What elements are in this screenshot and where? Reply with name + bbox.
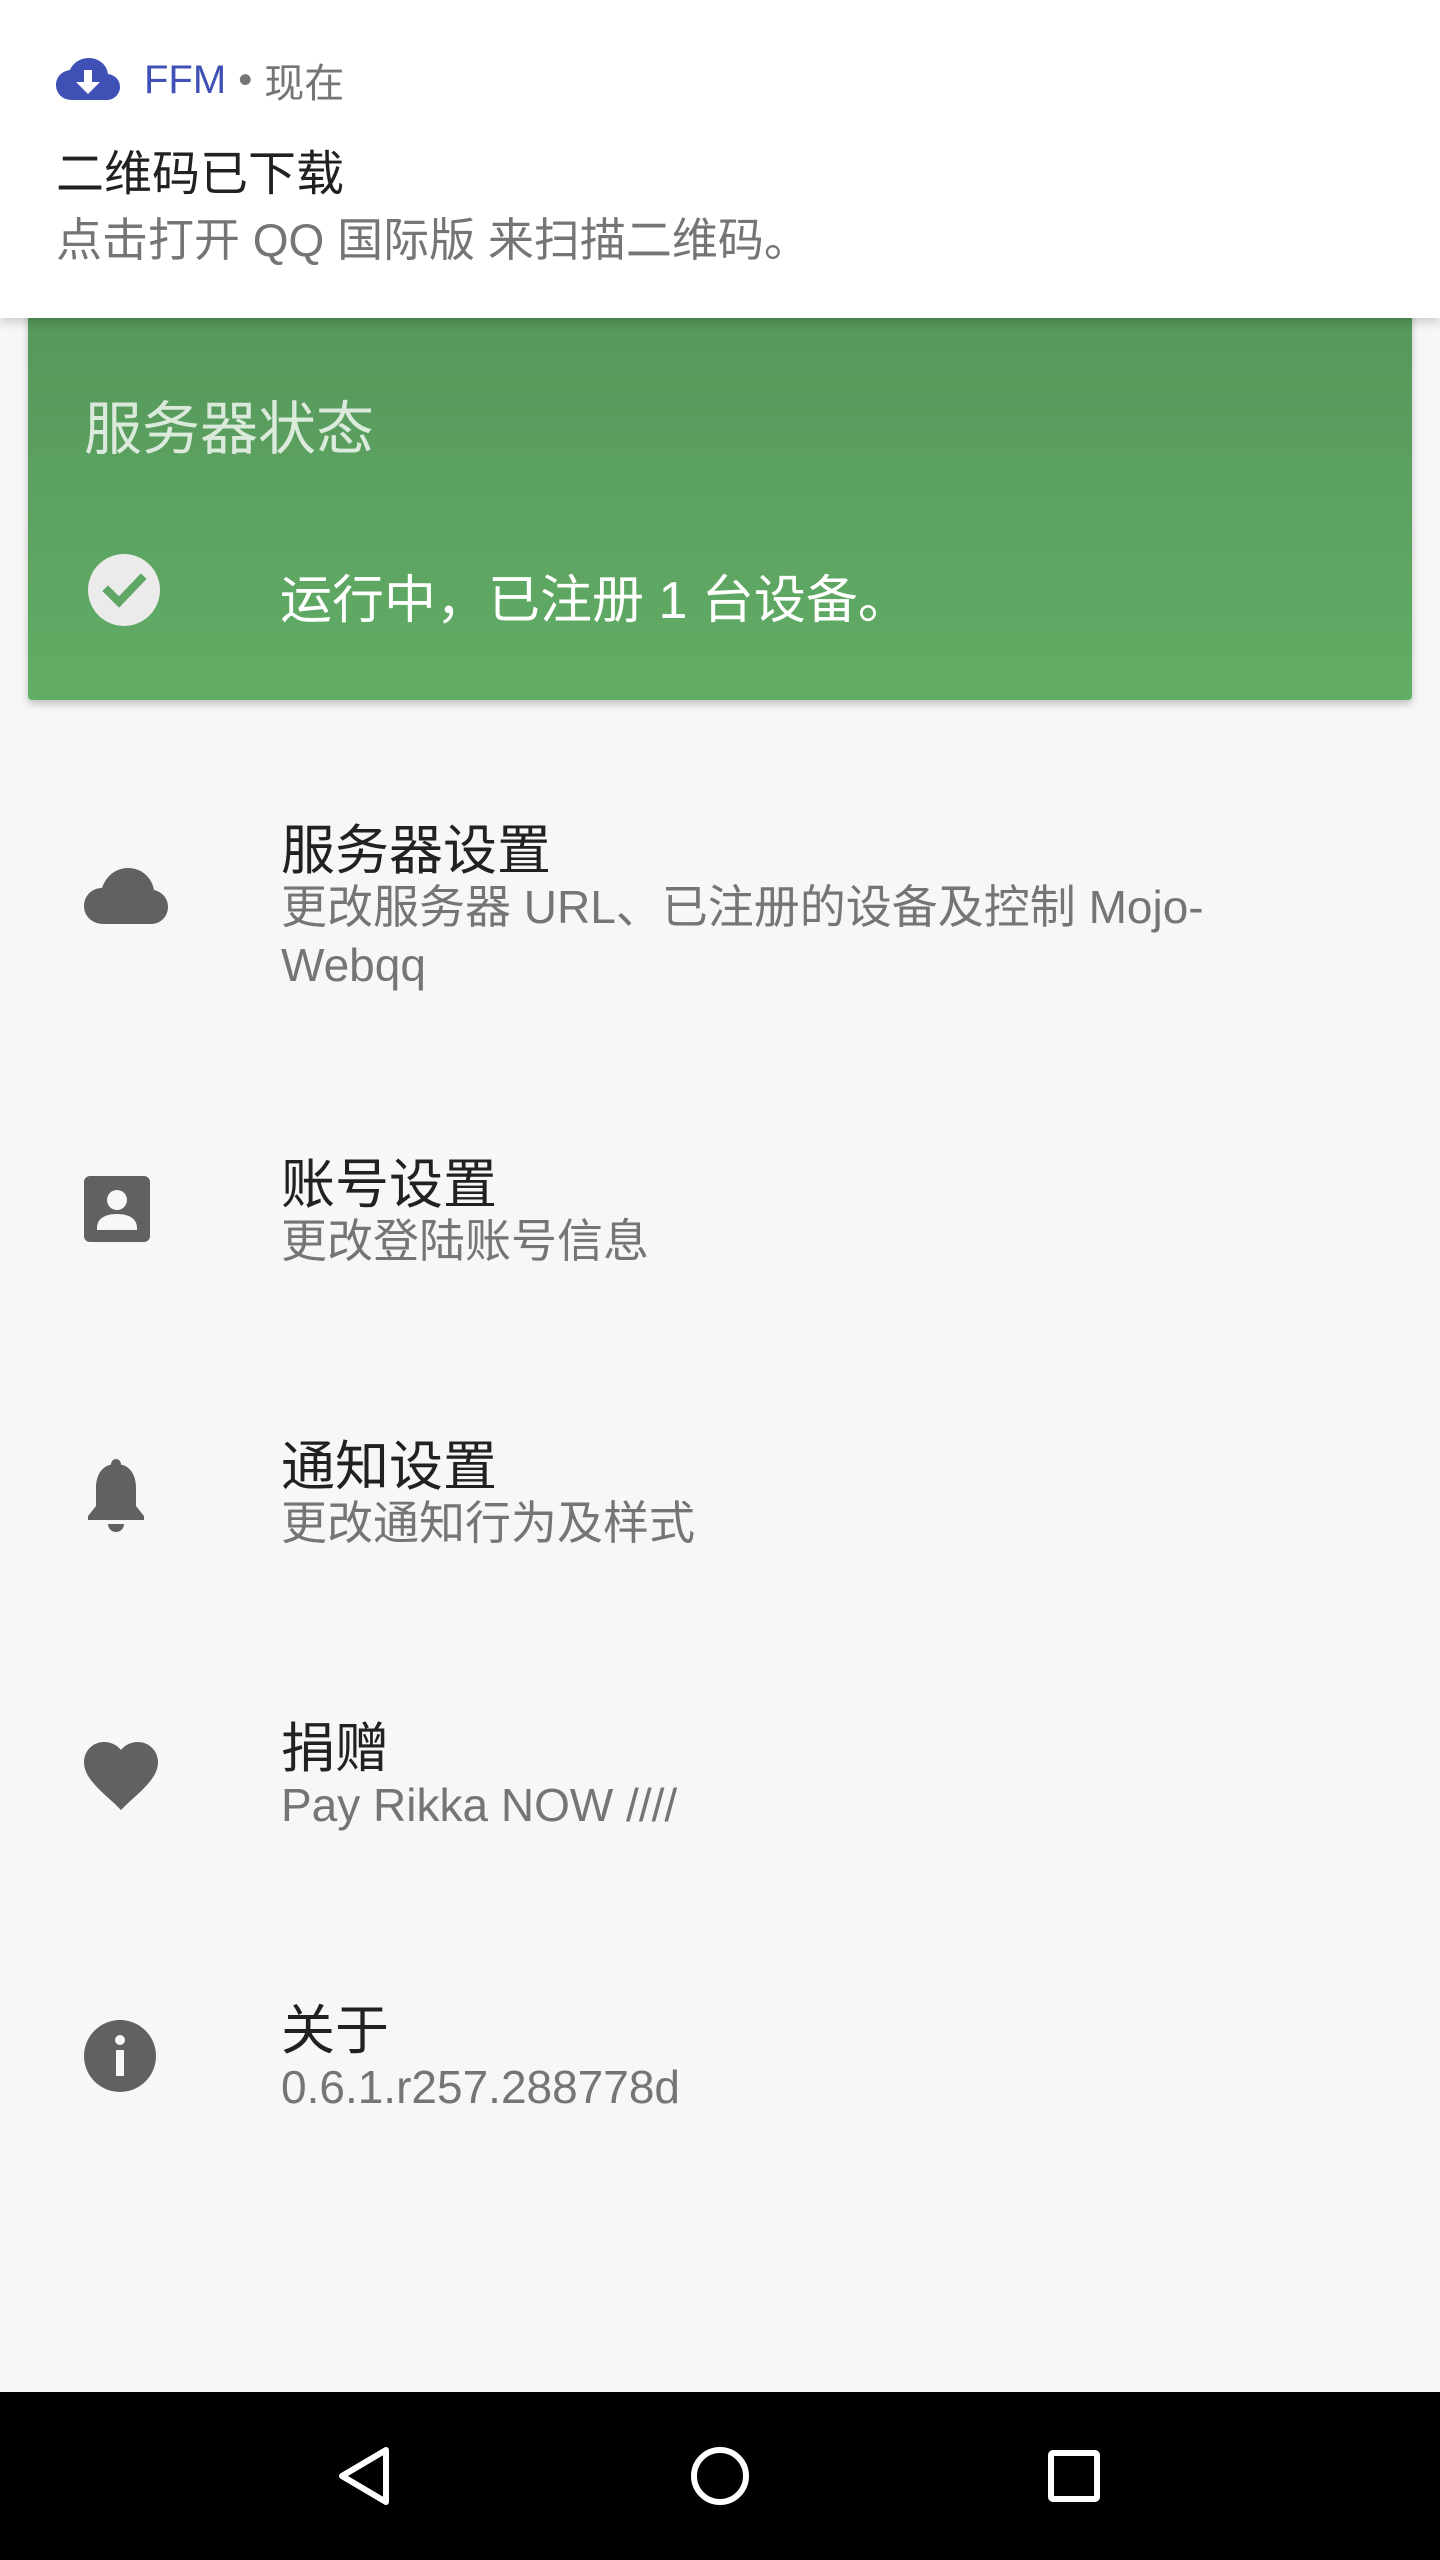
- status-text: 运行中，已注册 1 台设备。: [280, 572, 910, 630]
- notification-time: 现在: [264, 62, 345, 106]
- settings-item-summary: 更改登陆账号信息: [281, 1215, 649, 1267]
- settings-item-donate[interactable]: 捐赠 Pay Rikka NOW ////: [0, 1704, 1440, 1944]
- notification-app-name: FFM: [144, 57, 227, 102]
- settings-item-title: 服务器设置: [281, 821, 551, 881]
- home-button[interactable]: [680, 2436, 760, 2516]
- settings-item-server[interactable]: 服务器设置 更改服务器 URL、已注册的设备及控制 Mojo-Webqq: [0, 790, 1440, 1030]
- info-icon: [84, 2020, 156, 2092]
- check-circle-icon: [88, 554, 160, 631]
- settings-item-about[interactable]: 关于 0.6.1.r257.288778d: [0, 1986, 1440, 2226]
- settings-item-summary: 更改服务器 URL、已注册的设备及控制 Mojo-Webqq: [281, 881, 1204, 991]
- settings-item-title: 捐赠: [281, 1719, 389, 1779]
- bell-icon: [84, 1458, 148, 1532]
- cloud-download-icon: [56, 58, 120, 102]
- notification-title: 二维码已下载: [56, 148, 345, 201]
- settings-item-title: 关于: [281, 2001, 389, 2061]
- settings-item-account[interactable]: 账号设置 更改登陆账号信息: [0, 1140, 1440, 1380]
- server-status-card[interactable]: 服务器状态 运行中，已注册 1 台设备。: [28, 300, 1412, 700]
- settings-item-notifications[interactable]: 通知设置 更改通知行为及样式: [0, 1422, 1440, 1662]
- notification-separator: •: [238, 57, 253, 102]
- home-circle-icon: [680, 2436, 760, 2516]
- recents-square-icon: [1034, 2436, 1114, 2516]
- notification-text: 点击打开 QQ 国际版 来扫描二维码。: [56, 214, 810, 266]
- notification[interactable]: FFM • 现在 二维码已下载 点击打开 QQ 国际版 来扫描二维码。: [0, 0, 1440, 318]
- settings-item-summary: Pay Rikka NOW ////: [281, 1779, 678, 1831]
- back-triangle-icon: [324, 2436, 404, 2516]
- settings-item-title: 账号设置: [281, 1155, 497, 1215]
- status-card-title: 服务器状态: [84, 397, 375, 462]
- heart-icon: [84, 1742, 158, 1810]
- settings-item-summary: 0.6.1.r257.288778d: [281, 2061, 681, 2113]
- notification-header: FFM • 现在: [56, 52, 344, 108]
- recents-button[interactable]: [1034, 2436, 1114, 2516]
- account-box-icon: [84, 1176, 150, 1242]
- cloud-icon: [84, 866, 168, 926]
- back-button[interactable]: [324, 2436, 404, 2516]
- settings-item-summary: 更改通知行为及样式: [281, 1497, 695, 1549]
- navigation-bar: [0, 2392, 1440, 2560]
- settings-item-title: 通知设置: [281, 1437, 497, 1497]
